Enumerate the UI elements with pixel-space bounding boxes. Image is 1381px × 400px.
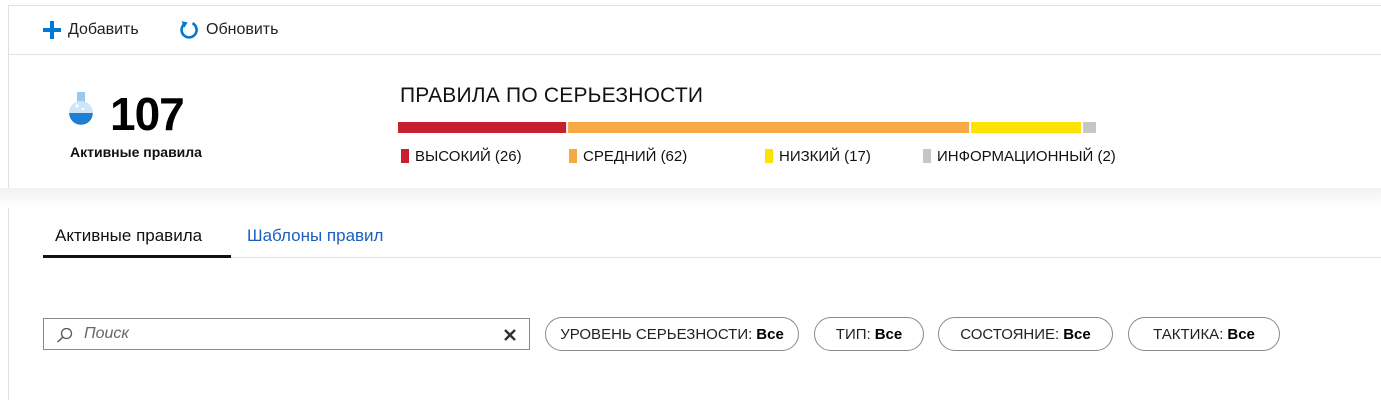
severity-segment-high [398,122,567,133]
search-box [43,318,530,350]
summary-shadow [0,188,1381,208]
flask-icon [68,92,94,131]
close-icon[interactable] [503,328,517,347]
filter-severity-value: Все [756,325,784,343]
add-button[interactable]: Добавить [42,16,139,44]
legend-label: ИНФОРМАЦИОННЫЙ (2) [937,147,1116,165]
legend-item-medium: СРЕДНИЙ (62) [569,146,687,166]
active-rules-counter: 107 Активные правила [68,88,238,168]
filter-severity[interactable]: УРОВЕНЬ СЕРЬЕЗНОСТИ: Все [545,317,799,351]
search-icon [56,327,74,348]
filter-status-value: Все [1063,325,1091,343]
legend-swatch [401,149,409,163]
add-button-label: Добавить [68,21,139,38]
filter-status[interactable]: СОСТОЯНИЕ: Все [938,317,1113,351]
active-tab-indicator [43,255,231,258]
active-rules-count: 107 [110,88,185,140]
filter-status-name: СОСТОЯНИЕ: [960,325,1060,343]
legend-swatch [923,149,931,163]
refresh-button[interactable]: Обновить [178,16,278,44]
tab-rule-templates[interactable]: Шаблоны правил [247,226,383,246]
plus-icon [42,20,62,40]
legend-label: ВЫСОКИЙ (26) [415,147,522,165]
legend-label: СРЕДНИЙ (62) [583,147,688,165]
search-input[interactable] [84,322,484,346]
severity-segment-low [971,122,1081,133]
filter-severity-name: УРОВЕНЬ СЕРЬЕЗНОСТИ: [560,325,753,343]
severity-segment-informational [1083,122,1096,133]
filter-tactics[interactable]: ТАКТИКА: Все [1128,317,1280,351]
filter-tactics-value: Все [1227,325,1255,343]
refresh-button-label: Обновить [206,21,279,38]
legend-swatch [765,149,773,163]
legend-item-low: НИЗКИЙ (17) [765,146,871,166]
filter-tactics-name: ТАКТИКА: [1153,325,1224,343]
active-rules-label: Активные правила [70,144,202,160]
severity-title: ПРАВИЛА ПО СЕРЬЕЗНОСТИ [400,84,704,107]
legend-item-high: ВЫСОКИЙ (26) [401,146,522,166]
command-bar: Добавить Обновить [9,6,1381,55]
legend-swatch [569,149,577,163]
refresh-icon [178,19,200,41]
legend-label: НИЗКИЙ (17) [779,147,871,165]
severity-bar [398,122,1096,133]
legend-item-informational: ИНФОРМАЦИОННЫЙ (2) [923,146,1116,166]
filter-type-value: Все [874,325,903,343]
tab-bar: Активные правила Шаблоны правил [43,222,1381,258]
severity-segment-medium [568,122,970,133]
tab-active-rules[interactable]: Активные правила [55,226,202,246]
filter-type[interactable]: ТИП: Все [814,317,924,351]
filter-type-name: ТИП: [835,325,871,343]
